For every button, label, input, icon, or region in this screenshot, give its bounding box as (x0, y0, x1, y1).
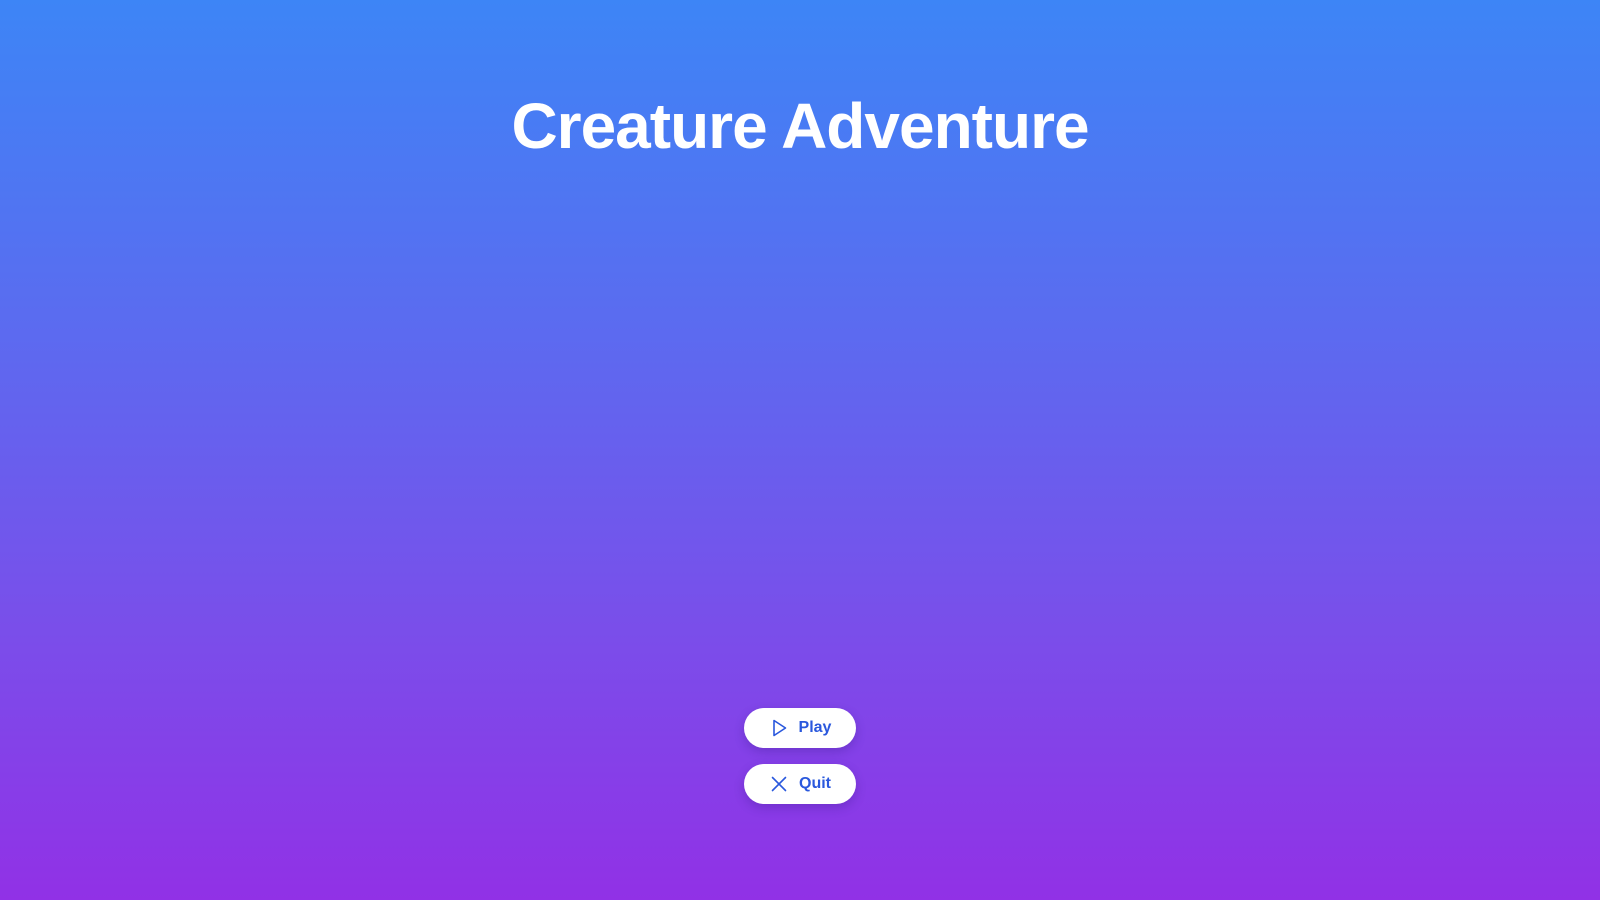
play-button-label: Play (798, 719, 832, 736)
main-menu: Play Quit (744, 708, 856, 804)
quit-button[interactable]: Quit (744, 764, 856, 804)
quit-button-label: Quit (799, 775, 831, 792)
game-title: Creature Adventure (511, 90, 1089, 162)
close-icon (769, 774, 789, 794)
play-button[interactable]: Play (744, 708, 856, 748)
play-icon (769, 718, 789, 738)
title-screen: Creature Adventure Play Quit (0, 0, 1600, 900)
